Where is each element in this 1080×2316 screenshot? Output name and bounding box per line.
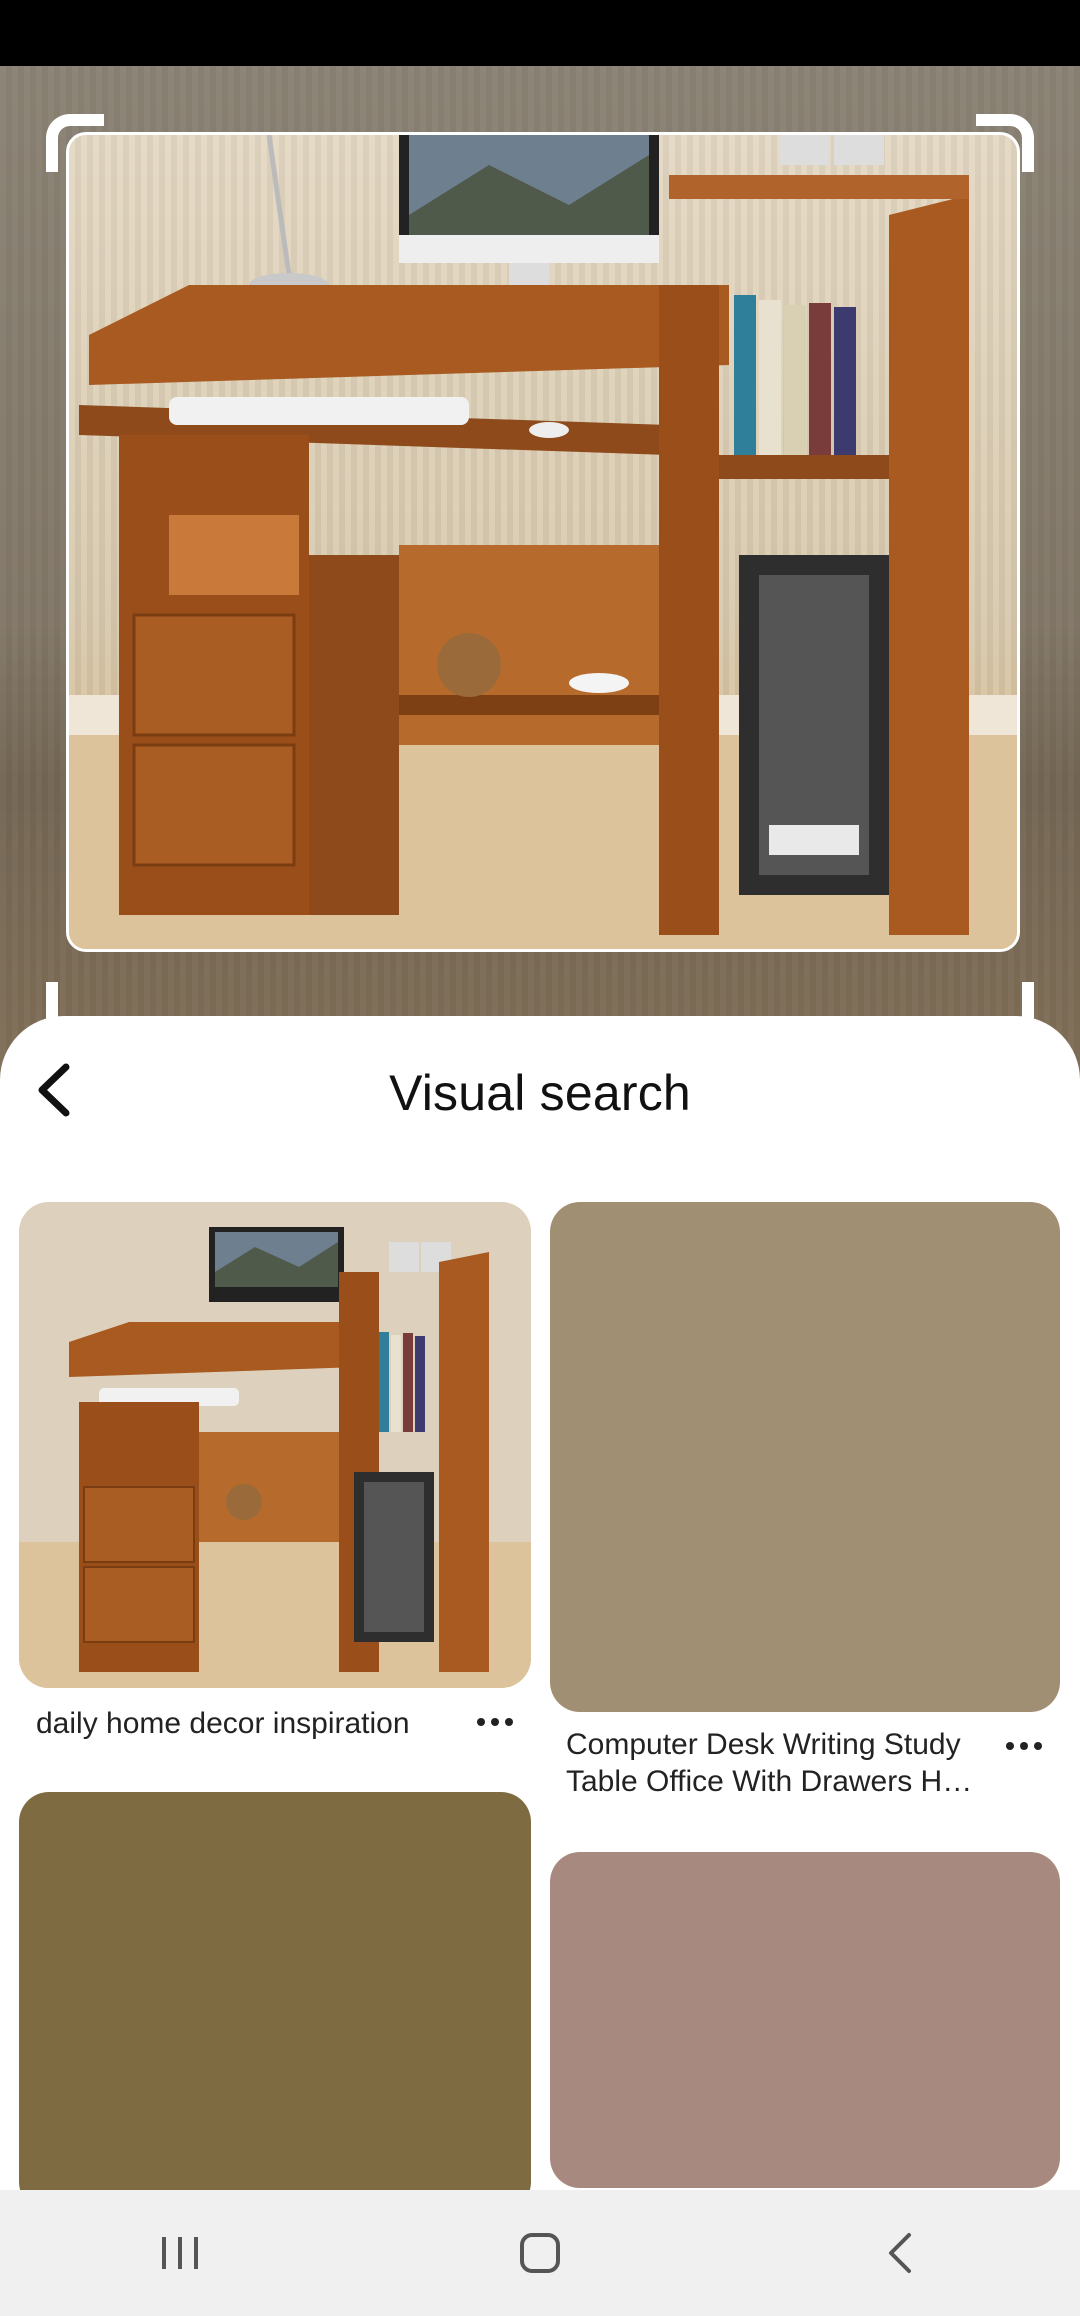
pin-image-placeholder[interactable] [550,1852,1060,2188]
home-button[interactable] [480,2213,600,2293]
home-icon [520,2233,560,2273]
result-pin[interactable]: daily home decor inspiration [19,1202,531,1758]
result-pin[interactable] [19,1792,531,2190]
crop-selection-area[interactable] [66,132,1020,952]
pin-title: Computer Desk Writing Study Table Office… [566,1728,973,1798]
crop-handle-top-right[interactable] [976,114,1034,172]
sheet-header: Visual search [0,1016,1080,1166]
pin-title: daily home decor inspiration [36,1707,410,1740]
more-options-button[interactable] [469,1702,521,1742]
pin-image[interactable] [19,1202,531,1688]
visual-search-sheet: Visual search daily home decor inspirati… [0,1016,1080,2190]
back-icon [889,2233,911,2273]
pin-image-placeholder[interactable] [19,1792,531,2190]
source-image [0,66,1080,1086]
system-nav-bar [0,2190,1080,2316]
desk-illustration [69,135,1017,949]
more-options-button[interactable] [998,1726,1050,1766]
pin-image-placeholder[interactable] [550,1202,1060,1712]
page-title: Visual search [389,1065,691,1121]
status-bar [0,0,1080,66]
result-pin[interactable]: Computer Desk Writing Study Table Office… [550,1202,1060,1808]
result-pin[interactable] [550,1852,1060,2188]
desk-thumbnail [19,1202,531,1688]
system-back-button[interactable] [840,2213,960,2293]
crop-handle-top-left[interactable] [46,114,104,172]
recents-button[interactable] [120,2213,240,2293]
recents-icon [162,2237,198,2269]
pin-meta: Computer Desk Writing Study Table Office… [550,1712,1060,1808]
pin-meta: daily home decor inspiration [19,1688,531,1758]
